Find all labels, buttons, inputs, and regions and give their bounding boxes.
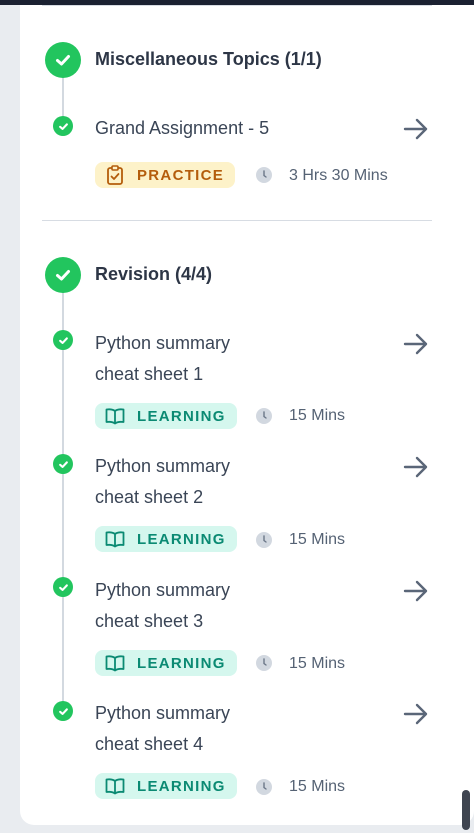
clipboard-check-icon [105,165,125,185]
item-complete-check-icon [53,701,73,721]
section-complete-check-icon [45,257,81,293]
item-duration: 15 Mins [289,778,346,795]
arrow-right-icon[interactable] [402,117,430,141]
item-title[interactable]: Python summary cheat sheet 1 [95,328,275,390]
course-module-card: Miscellaneous Topics (1/1) Grand Assignm… [20,5,474,825]
section-title: Revision (4/4) [95,264,213,284]
clock-icon [256,779,272,795]
learning-badge: LEARNING [95,403,237,429]
item-complete-check-icon [53,330,73,350]
open-book-icon [105,406,125,426]
badge-label: LEARNING [137,777,226,795]
learning-badge: LEARNING [95,650,237,676]
item-complete-check-icon [53,577,73,597]
item-duration: 15 Mins [289,655,346,672]
divider [42,220,432,221]
open-book-icon [105,653,125,673]
clock-icon [256,655,272,671]
item-duration: 3 Hrs 30 Mins [289,167,388,184]
item-title[interactable]: Python summary cheat sheet 4 [95,698,275,760]
learning-badge: LEARNING [95,526,237,552]
item-title[interactable]: Grand Assignment - 5 [95,113,355,144]
divider [42,5,432,6]
section-title: Miscellaneous Topics (1/1) [95,49,322,69]
item-duration: 15 Mins [289,407,346,424]
badge-label: LEARNING [137,654,226,672]
badge-label: PRACTICE [137,166,225,184]
arrow-right-icon[interactable] [402,579,430,603]
learning-badge: LEARNING [95,773,237,799]
section-complete-check-icon [45,42,81,78]
arrow-right-icon[interactable] [402,702,430,726]
item-complete-check-icon [53,116,73,136]
timeline-line [62,290,64,712]
item-complete-check-icon [53,454,73,474]
practice-badge: PRACTICE [95,162,236,188]
open-book-icon [105,776,125,796]
arrow-right-icon[interactable] [402,455,430,479]
clock-icon [256,408,272,424]
clock-icon [256,167,272,183]
badge-label: LEARNING [137,407,226,425]
clock-icon [256,532,272,548]
item-title[interactable]: Python summary cheat sheet 2 [95,451,275,513]
open-book-icon [105,529,125,549]
arrow-right-icon[interactable] [402,332,430,356]
item-title[interactable]: Python summary cheat sheet 3 [95,575,275,637]
scrollbar-thumb[interactable] [462,790,470,830]
badge-label: LEARNING [137,530,226,548]
item-duration: 15 Mins [289,531,346,548]
